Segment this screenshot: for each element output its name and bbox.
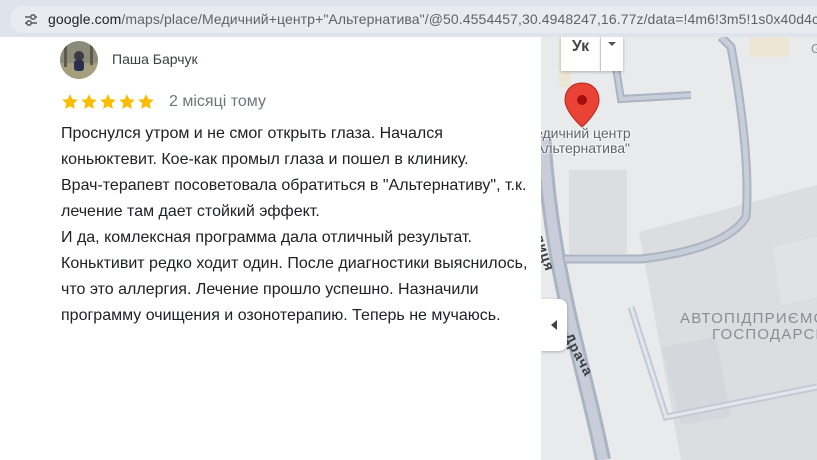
map-canvas[interactable] [541,37,817,460]
review-paragraph: Врач-терапевт посоветовала обратиться в … [61,177,527,220]
star-icon [138,94,154,109]
map-corner-label: G [811,41,817,56]
review-paragraph: И да, комлексная программа дала отличный… [61,229,528,324]
review-author[interactable]: Паша Барчук [112,51,198,67]
star-icon [100,94,116,109]
star-icon [81,94,97,109]
review-date: 2 місяці тому [169,93,266,110]
review-text: Проснулся утром и не смог открыть глаза.… [61,121,531,329]
chevron-left-icon [551,320,557,330]
url-text[interactable]: google.com/maps/place/Медичний+центр+"Ал… [48,11,817,27]
chevron-down-icon[interactable] [601,37,623,71]
url-field[interactable]: google.com/maps/place/Медичний+центр+"Ал… [10,6,817,33]
map-language-button[interactable]: Ук [561,37,601,71]
collapse-panel-button[interactable] [541,299,567,351]
site-info-icon[interactable] [24,13,38,27]
star-rating [61,93,156,111]
map-view[interactable]: Ук G едичний центр Альтернатива" АВТОПІД… [541,37,817,460]
avatar[interactable] [60,41,98,79]
place-label[interactable]: едичний центр Альтернатива" [541,126,631,156]
star-icon [119,94,135,109]
area-label: АВТОПІДПРИЄМС ГОСПОДАРСЬ [680,310,817,343]
review-paragraph: Проснулся утром и не смог открыть глаза.… [61,125,469,168]
browser-address-bar: google.com/maps/place/Медичний+центр+"Ал… [0,0,817,37]
review-panel: Паша Барчук 2 місяці тому Проснулся утро… [0,37,541,460]
star-icon [62,94,78,109]
